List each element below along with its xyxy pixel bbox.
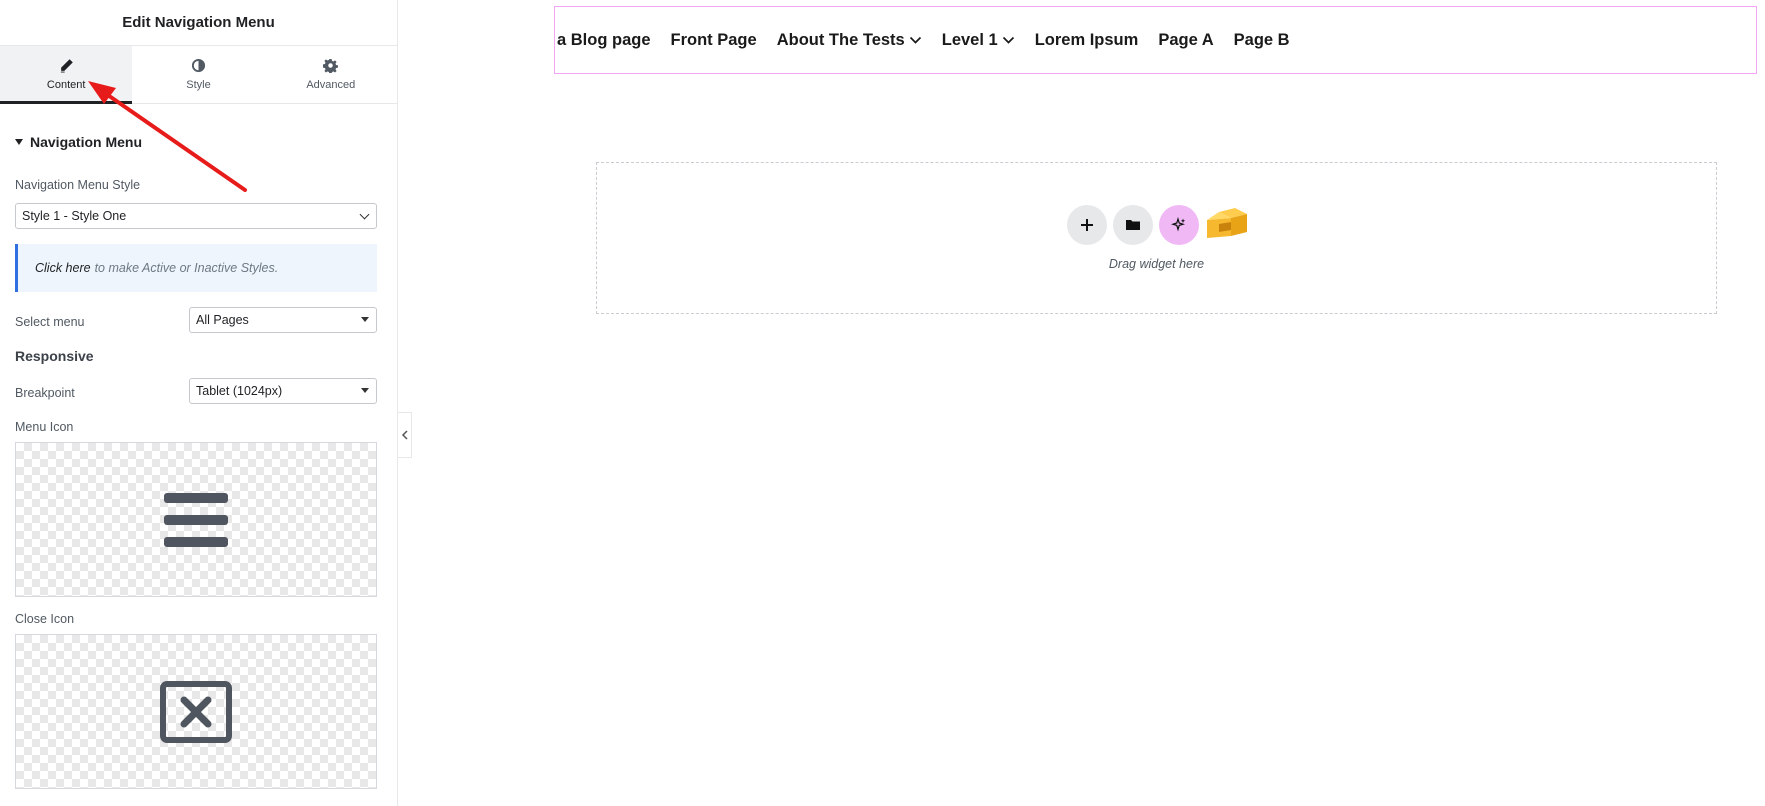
chevron-down-icon — [909, 36, 921, 44]
nav-item-front-page[interactable]: Front Page — [671, 31, 757, 50]
half-circle-icon — [191, 58, 206, 73]
menu-style-label: Navigation Menu Style — [15, 178, 141, 192]
click-here-link[interactable]: Click here — [35, 261, 91, 275]
select-menu-label: Select menu — [15, 315, 85, 329]
folder-icon — [1126, 220, 1140, 230]
chevron-down-icon — [1002, 36, 1014, 44]
nav-item-label: Page B — [1233, 30, 1290, 49]
template-library-button[interactable] — [1205, 205, 1249, 245]
nav-item-label: Front Page — [670, 30, 757, 49]
breakpoint-label: Breakpoint — [15, 386, 75, 400]
panel-title: Edit Navigation Menu — [0, 0, 397, 46]
responsive-heading: Responsive — [15, 348, 94, 364]
drop-zone-text: Drag widget here — [1108, 257, 1205, 271]
navigation-menu-widget[interactable]: a Blog page Front Page About The Tests L… — [554, 6, 1757, 74]
nav-item-label: Page A — [1158, 30, 1214, 49]
notice-text: to make Active or Inactive Styles. — [94, 261, 279, 275]
nav-item-label: About The Tests — [776, 30, 905, 49]
nav-item-lorem-ipsum[interactable]: Lorem Ipsum — [1035, 31, 1139, 50]
nav-item-page-b[interactable]: Page B — [1234, 31, 1290, 50]
panel-collapse-toggle[interactable] — [398, 412, 412, 458]
tab-advanced[interactable]: Advanced — [265, 46, 397, 103]
nav-item-blog-page[interactable]: a Blog page — [557, 31, 651, 50]
nav-item-page-a[interactable]: Page A — [1158, 31, 1213, 50]
ai-button[interactable] — [1159, 205, 1199, 245]
tab-style[interactable]: Style — [132, 46, 264, 103]
caret-down-icon — [15, 139, 23, 145]
add-icon — [1081, 219, 1093, 231]
menu-style-select[interactable]: Style 1 - Style One — [15, 203, 377, 229]
editor-panel: Edit Navigation Menu Content Style Advan… — [0, 0, 398, 806]
close-icon-label: Close Icon — [15, 612, 75, 626]
nav-item-label: Level 1 — [941, 30, 998, 49]
menu-icon-label: Menu Icon — [15, 420, 74, 434]
drop-zone-buttons — [1067, 205, 1249, 245]
add-section-button[interactable] — [1067, 205, 1107, 245]
menu-style-value: Style 1 - Style One — [22, 209, 127, 223]
breakpoint-value: Tablet (1024px) — [196, 384, 283, 398]
select-menu-select[interactable]: All Pages — [189, 307, 377, 333]
section-title: Navigation Menu — [30, 134, 143, 150]
nav-item-level-1[interactable]: Level 1 — [942, 31, 1015, 50]
panel-tabs: Content Style Advanced — [0, 46, 397, 104]
tab-style-label: Style — [186, 79, 211, 91]
close-icon-picker[interactable] — [15, 634, 377, 789]
pencil-icon — [60, 59, 73, 73]
select-menu-value: All Pages — [196, 313, 249, 327]
close-box-icon — [160, 680, 232, 743]
hamburger-icon — [164, 492, 228, 547]
widget-drop-zone[interactable]: Drag widget here — [596, 162, 1717, 314]
menu-icon-picker[interactable] — [15, 442, 377, 597]
breakpoint-select[interactable]: Tablet (1024px) — [189, 378, 377, 404]
section-navigation-menu[interactable]: Navigation Menu — [15, 134, 397, 150]
tab-content-label: Content — [46, 79, 86, 91]
tab-content[interactable]: Content — [0, 46, 133, 104]
nav-item-label: a Blog page — [557, 30, 651, 49]
ai-sparkle-icon — [1171, 217, 1186, 232]
chevron-down-icon — [359, 209, 370, 220]
styles-notice: Click here to make Active or Inactive St… — [15, 244, 377, 292]
nav-item-about-the-tests[interactable]: About The Tests — [777, 31, 922, 50]
caret-down-icon — [361, 388, 369, 393]
template-library-icon — [1207, 208, 1247, 238]
caret-down-icon — [361, 317, 369, 322]
chevron-left-icon — [401, 430, 408, 440]
nav-item-label: Lorem Ipsum — [1034, 30, 1139, 49]
gear-icon — [323, 58, 339, 73]
tab-advanced-label: Advanced — [306, 79, 356, 91]
add-template-button[interactable] — [1113, 205, 1153, 245]
